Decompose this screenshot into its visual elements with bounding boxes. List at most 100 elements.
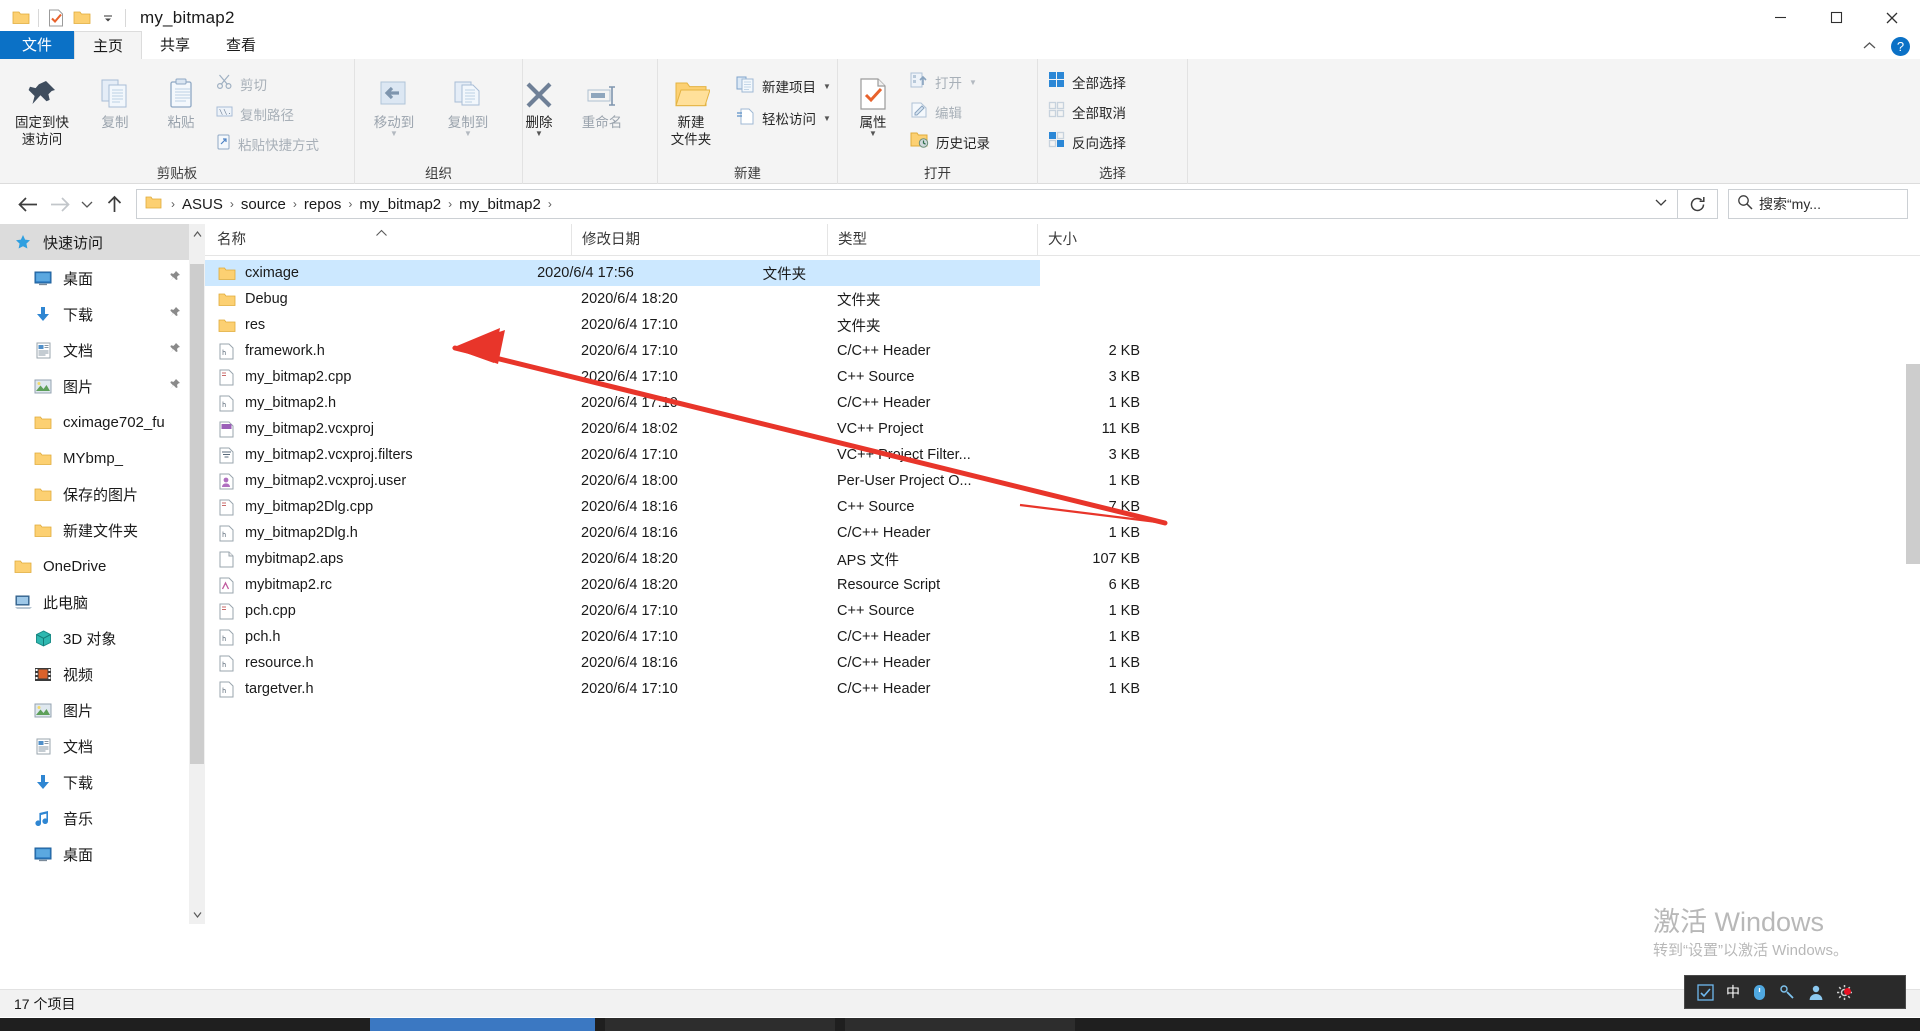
- nav-item[interactable]: 保存的图片: [0, 476, 205, 512]
- nav-item[interactable]: 图片: [0, 692, 205, 728]
- chevron-up-icon[interactable]: [1862, 39, 1877, 54]
- refresh-button[interactable]: [1678, 189, 1718, 219]
- file-name-cell[interactable]: Debug: [205, 291, 571, 307]
- invert-selection-button[interactable]: 反向选择: [1048, 129, 1126, 155]
- new-folder-button[interactable]: 新建 文件夹: [652, 65, 730, 148]
- tab-file[interactable]: 文件: [0, 31, 75, 60]
- nav-item[interactable]: 下载: [0, 296, 205, 332]
- new-item-button[interactable]: 新建项目 ▼: [736, 73, 831, 99]
- help-icon[interactable]: ?: [1891, 37, 1910, 56]
- nav-item[interactable]: MYbmp_: [0, 440, 205, 476]
- table-row[interactable]: mybitmap2.aps 2020/6/4 18:20 APS 文件 107 KB: [205, 546, 1920, 572]
- nav-pane-scroll-thumb[interactable]: [190, 264, 204, 764]
- search-input[interactable]: 搜索“my...: [1759, 194, 1821, 214]
- nav-item[interactable]: 文档: [0, 728, 205, 764]
- nav-item[interactable]: 图片: [0, 368, 205, 404]
- file-name-cell[interactable]: h pch.h: [205, 629, 571, 646]
- nav-item[interactable]: 新建文件夹: [0, 512, 205, 548]
- table-row[interactable]: res 2020/6/4 17:10 文件夹: [205, 312, 1920, 338]
- chevron-down-icon[interactable]: ▼: [823, 114, 831, 123]
- file-name-cell[interactable]: my_bitmap2Dlg.cpp: [205, 499, 571, 516]
- ime-box-icon[interactable]: [1697, 983, 1714, 1001]
- back-arrow-icon[interactable]: [12, 188, 44, 220]
- tab-view[interactable]: 查看: [208, 31, 274, 60]
- copy-button[interactable]: 复制: [84, 65, 146, 131]
- taskbar-item[interactable]: [845, 1018, 1075, 1031]
- file-name-cell[interactable]: mybitmap2.aps: [205, 551, 571, 568]
- paste-button[interactable]: 粘贴: [150, 65, 212, 131]
- breadcrumb-item-my-bitmap2-inner[interactable]: my_bitmap2: [459, 196, 541, 213]
- breadcrumb-item-asus[interactable]: ASUS: [182, 196, 223, 213]
- nav-item[interactable]: 文档: [0, 332, 205, 368]
- table-row[interactable]: mybitmap2.rc 2020/6/4 18:20 Resource Scrip…: [205, 572, 1920, 598]
- file-name-cell[interactable]: h my_bitmap2.h: [205, 395, 571, 412]
- chevron-down-icon[interactable]: ▼: [390, 129, 398, 138]
- tab-share[interactable]: 共享: [142, 31, 208, 60]
- file-name-cell[interactable]: res: [205, 317, 571, 333]
- file-name-cell[interactable]: my_bitmap2.cpp: [205, 369, 571, 386]
- file-name-cell[interactable]: h targetver.h: [205, 681, 571, 698]
- table-row[interactable]: my_bitmap2.cpp 2020/6/4 17:10 C++ Source 3 …: [205, 364, 1920, 390]
- move-to-button[interactable]: 移动到 ▼: [363, 65, 425, 138]
- chevron-down-icon[interactable]: ▼: [464, 129, 472, 138]
- select-none-button[interactable]: 全部取消: [1048, 99, 1126, 125]
- folder-icon[interactable]: [69, 5, 95, 31]
- nav-item[interactable]: OneDrive: [0, 548, 205, 584]
- nav-item[interactable]: 快速访问: [0, 224, 205, 260]
- pin-to-quick-access-button[interactable]: 固定到快 速访问: [6, 65, 78, 148]
- folder-icon[interactable]: [8, 5, 34, 31]
- nav-item[interactable]: 视频: [0, 656, 205, 692]
- nav-item[interactable]: 3D 对象: [0, 620, 205, 656]
- recent-locations-icon[interactable]: [76, 188, 98, 220]
- copy-path-button[interactable]: \\.. 复制路径: [216, 101, 294, 127]
- file-name-cell[interactable]: h resource.h: [205, 655, 571, 672]
- nav-item[interactable]: 此电脑: [0, 584, 205, 620]
- pin-icon[interactable]: [168, 342, 181, 358]
- rename-button[interactable]: 重命名: [571, 65, 633, 131]
- up-arrow-icon[interactable]: [98, 188, 130, 220]
- table-row[interactable]: Debug 2020/6/4 18:20 文件夹: [205, 286, 1920, 312]
- forward-arrow-icon[interactable]: [44, 188, 76, 220]
- taskbar-item[interactable]: [605, 1018, 835, 1031]
- chevron-down-icon[interactable]: ▼: [869, 129, 877, 138]
- nav-item[interactable]: 桌面: [0, 836, 205, 872]
- pin-icon[interactable]: [168, 378, 181, 394]
- breadcrumb-item-repos[interactable]: repos: [304, 196, 342, 213]
- file-name-cell[interactable]: my_bitmap2.vcxproj.user: [205, 473, 571, 490]
- delete-button[interactable]: 删除 ▼: [508, 65, 570, 138]
- easy-access-button[interactable]: 轻松访问 ▼: [736, 105, 831, 131]
- column-header-name[interactable]: 名称: [205, 224, 571, 256]
- ime-user-icon[interactable]: [1808, 984, 1824, 1001]
- column-header-date[interactable]: 修改日期: [571, 223, 827, 256]
- chevron-down-icon[interactable]: ▼: [535, 129, 543, 138]
- column-header-type[interactable]: 类型: [827, 223, 1037, 256]
- history-button[interactable]: 历史记录: [910, 129, 990, 155]
- pin-icon[interactable]: [168, 306, 181, 322]
- file-name-cell[interactable]: my_bitmap2.vcxproj: [205, 421, 571, 438]
- chevron-down-icon[interactable]: [1655, 198, 1667, 210]
- pin-icon[interactable]: [168, 270, 181, 286]
- file-name-cell[interactable]: my_bitmap2.vcxproj.filters: [205, 447, 571, 464]
- file-name-cell[interactable]: pch.cpp: [205, 603, 571, 620]
- edit-button[interactable]: 编辑: [910, 99, 962, 125]
- file-name-cell[interactable]: h my_bitmap2Dlg.h: [205, 525, 571, 542]
- paste-shortcut-button[interactable]: 粘贴快捷方式: [216, 131, 319, 157]
- open-button[interactable]: 打开 ▼: [910, 69, 977, 95]
- file-list-scroll-thumb[interactable]: [1906, 364, 1920, 564]
- scroll-down-icon[interactable]: [189, 904, 205, 924]
- table-row[interactable]: my_bitmap2.vcxproj 2020/6/4 18:02 VC++ Pro…: [205, 416, 1920, 442]
- properties-button[interactable]: 属性 ▼: [842, 65, 904, 138]
- select-all-button[interactable]: 全部选择: [1048, 69, 1126, 95]
- file-name-cell[interactable]: mybitmap2.rc: [205, 577, 571, 594]
- ime-settings-icon[interactable]: [1836, 984, 1853, 1001]
- nav-item[interactable]: 音乐: [0, 800, 205, 836]
- taskbar-active-item[interactable]: [370, 1018, 595, 1031]
- column-header-size[interactable]: 大小: [1037, 223, 1152, 256]
- breadcrumb-item-source[interactable]: source: [241, 196, 286, 213]
- file-name-cell[interactable]: h framework.h: [205, 343, 571, 360]
- breadcrumb-item-my-bitmap2[interactable]: my_bitmap2: [359, 196, 441, 213]
- scroll-up-icon[interactable]: [189, 224, 205, 244]
- table-row[interactable]: cximage 2020/6/4 17:56 文件夹: [205, 260, 1040, 286]
- ime-mouse-icon[interactable]: [1752, 984, 1767, 1001]
- table-row[interactable]: my_bitmap2Dlg.cpp 2020/6/4 18:16 C++ Sourc…: [205, 494, 1920, 520]
